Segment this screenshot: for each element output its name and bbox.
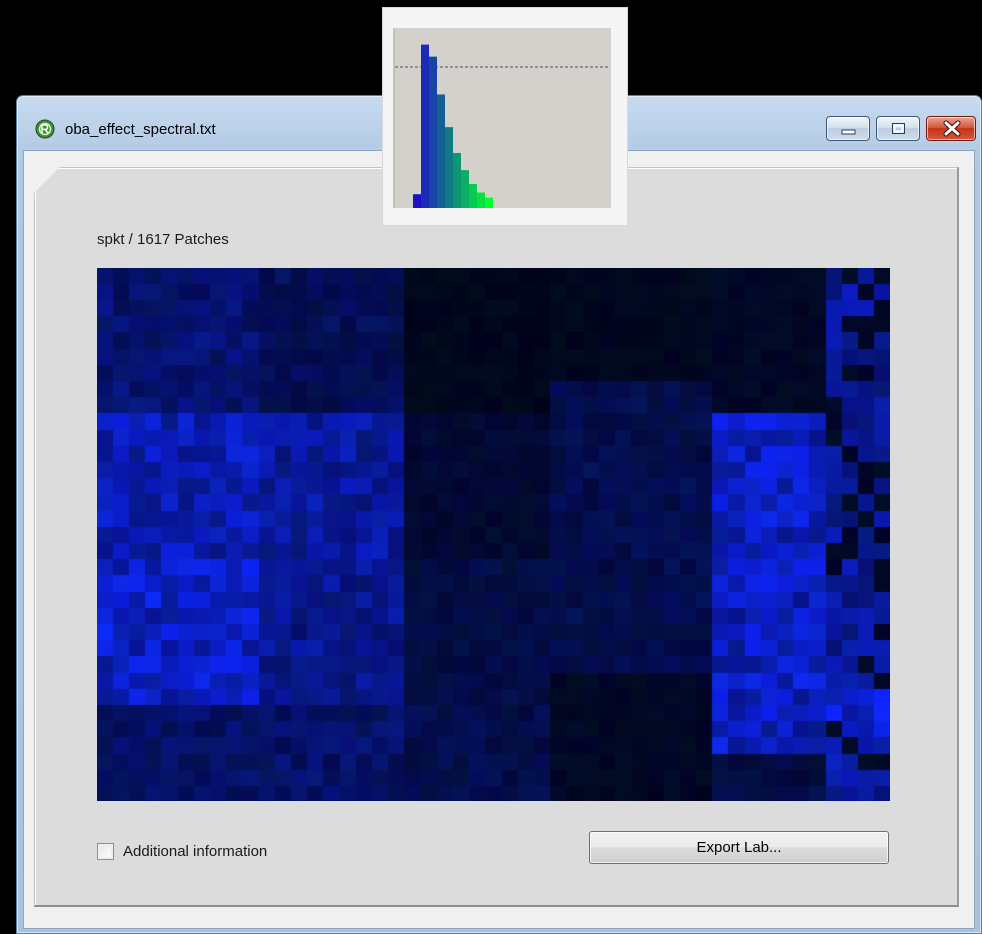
- histogram-chart: [393, 28, 611, 208]
- histogram-bar: [429, 56, 437, 208]
- histogram-bar: [453, 152, 461, 208]
- histogram-bar: [413, 194, 421, 208]
- additional-info-label[interactable]: Additional information: [123, 843, 267, 860]
- patches-heading: spkt / 1617 Patches: [97, 231, 229, 248]
- close-icon: [943, 120, 961, 137]
- close-button[interactable]: [926, 116, 976, 141]
- histogram-popup: [382, 7, 628, 226]
- histogram-bar: [485, 197, 493, 208]
- histogram-bar: [421, 44, 429, 208]
- content-panel: spkt / 1617 Patches Additional informati…: [34, 167, 959, 907]
- window-title: oba_effect_spectral.txt: [65, 121, 216, 138]
- histogram-bar: [469, 183, 477, 208]
- additional-info-checkbox[interactable]: [97, 843, 114, 860]
- maximize-icon: [892, 123, 905, 134]
- histogram-bar: [445, 127, 453, 208]
- histogram-bar: [437, 94, 445, 208]
- app-logo-icon: [35, 119, 55, 139]
- export-lab-button[interactable]: Export Lab...: [589, 831, 889, 864]
- histogram-bar: [477, 192, 485, 208]
- client-area: spkt / 1617 Patches Additional informati…: [23, 150, 975, 929]
- minimize-icon: [841, 129, 856, 135]
- histogram-bar: [461, 170, 469, 208]
- maximize-button[interactable]: [876, 116, 920, 141]
- spectral-heatmap: [97, 268, 890, 801]
- minimize-button[interactable]: [826, 116, 870, 141]
